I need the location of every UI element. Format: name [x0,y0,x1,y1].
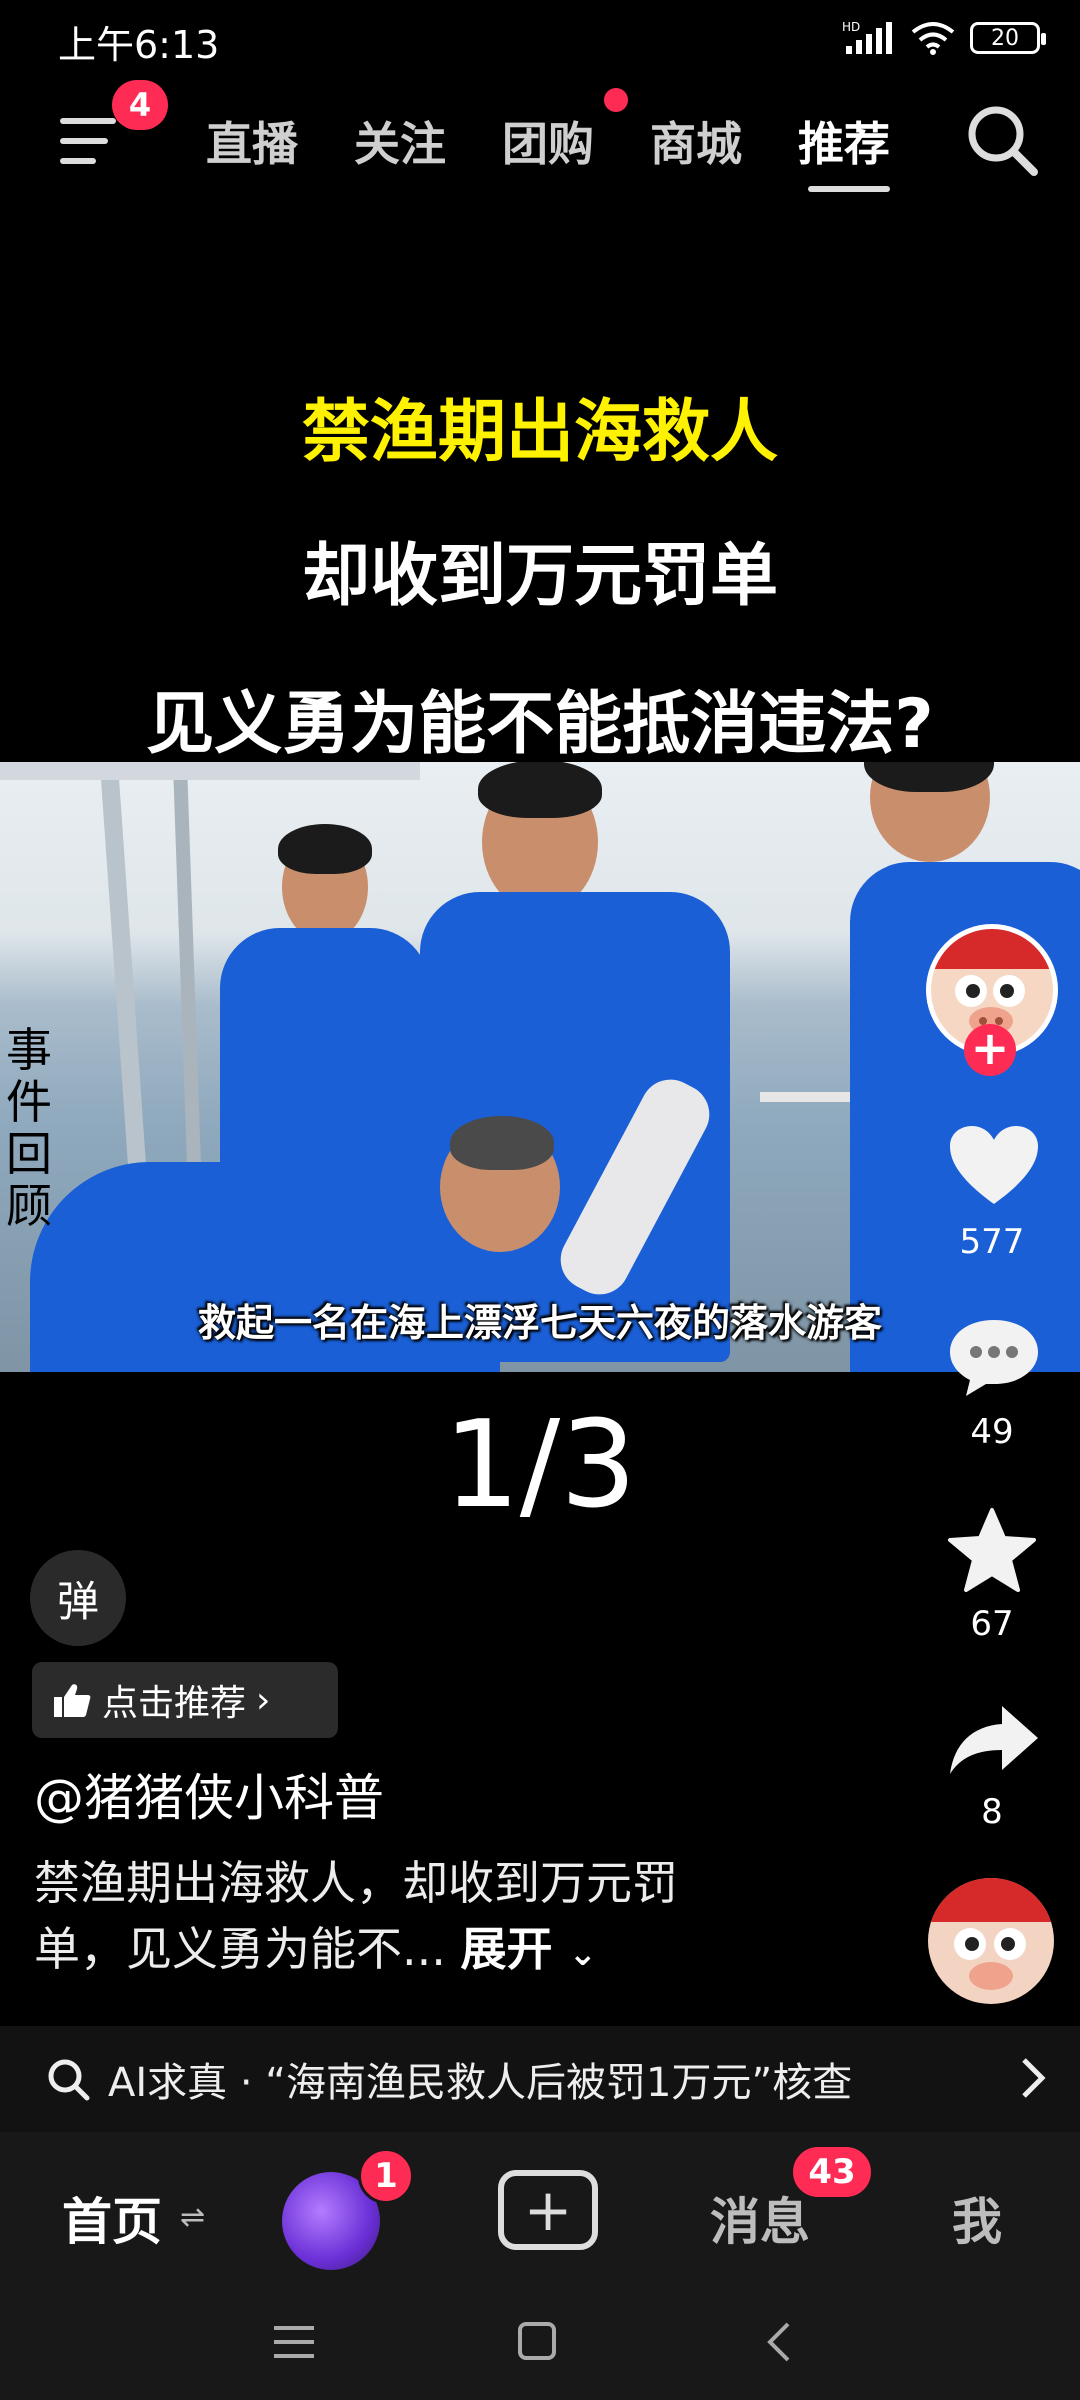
recommend-button[interactable]: 点击推荐 › [32,1662,338,1738]
chevron-down-icon: ⌄ [568,1934,598,1974]
system-nav-bar [0,2288,1080,2400]
danmaku-label: 弹 [56,1576,99,1626]
svg-text:HD: HD [842,20,860,34]
tab-following[interactable]: 关注 [354,108,446,174]
plus-icon: + [523,2176,573,2244]
share-count: 8 [981,1792,1003,1832]
canopy [0,762,420,780]
chevron-right-icon: › [256,1679,271,1721]
share-icon[interactable] [946,1702,1040,1778]
friends-badge: 1 [358,2148,414,2204]
menu-icon [60,118,116,124]
search-icon [48,2059,90,2101]
favorite-count: 67 [970,1604,1014,1644]
like-count: 577 [959,1222,1025,1262]
messages-badge: 43 [790,2144,874,2200]
pig-avatar-icon [928,1878,1054,1990]
follow-button[interactable]: + [964,1024,1016,1076]
recommend-label: 点击推荐 [102,1683,247,1724]
active-tab-indicator [808,186,890,192]
tab-group-buy[interactable]: 团购 [502,108,594,174]
menu-badge: 4 [112,80,168,130]
battery-level: 20 [991,25,1019,51]
thumbs-up-icon [54,1684,91,1717]
recent-apps-icon[interactable] [272,2322,316,2362]
ai-fact-check-bar[interactable]: AI求真 · “海南渔民救人后被罚1万元”核查 [0,2026,1080,2132]
home-icon[interactable] [516,2320,558,2362]
status-bar: 上午6:13 HD 20 [0,0,1080,70]
status-time: 上午6:13 [58,23,220,67]
video-headline: 禁渔期出海救人 [301,393,778,472]
heart-icon[interactable] [948,1124,1040,1208]
tab-live[interactable]: 直播 [206,108,298,174]
music-disc[interactable] [928,1878,1054,2004]
author-name[interactable]: @猪猪侠小科普 [34,1758,384,1830]
create-button[interactable]: + [498,2170,598,2250]
notification-dot [604,88,628,112]
danmaku-button[interactable]: 弹 [30,1550,126,1646]
nav-me[interactable]: 我 [952,2182,1002,2254]
search-icon[interactable] [962,100,1042,180]
ai-bar-text: AI求真 · “海南渔民救人后被罚1万元”核查 [108,2060,853,2106]
nav-home[interactable]: 首页 [62,2182,162,2254]
signal-icon: HD [842,20,892,54]
expand-link[interactable]: 展开 ⌄ [461,1922,598,1976]
wifi-icon [911,22,955,55]
video-headline: 却收到万元罚单 [301,537,778,616]
status-icons: HD 20 [842,18,1046,58]
menu-icon-line [60,158,96,164]
video-headline: 见义勇为能不能抵消违法? [146,685,934,764]
chevron-right-icon [1022,2058,1046,2098]
bottom-nav: 首页 ⇌ 1 + 消息 43 我 [0,2132,1080,2288]
battery-icon: 20 [970,22,1046,54]
video-description: 禁渔期出海救人，却收到万元罚单，见义勇为能不... 展开 ⌄ [34,1850,754,1987]
image-page-indicator: 1/3 [443,1396,637,1535]
swap-icon: ⇌ [180,2200,206,2235]
tab-recommend[interactable]: 推荐 [798,108,890,174]
menu-icon-line [60,138,108,144]
expand-label: 展开 [460,1922,553,1976]
tab-mall[interactable]: 商城 [650,108,742,174]
menu-button[interactable] [56,112,126,172]
back-icon[interactable] [764,2320,794,2364]
nav-messages[interactable]: 消息 [710,2182,810,2254]
side-caption: 事件回顾 [6,1023,52,1233]
video-subtitle: 救起一名在海上漂浮七天六夜的落水游客 [197,1301,882,1345]
comment-icon[interactable] [946,1316,1042,1398]
video-player[interactable]: 事件回顾 救起一名在海上漂浮七天六夜的落水游客 [0,762,1080,1372]
